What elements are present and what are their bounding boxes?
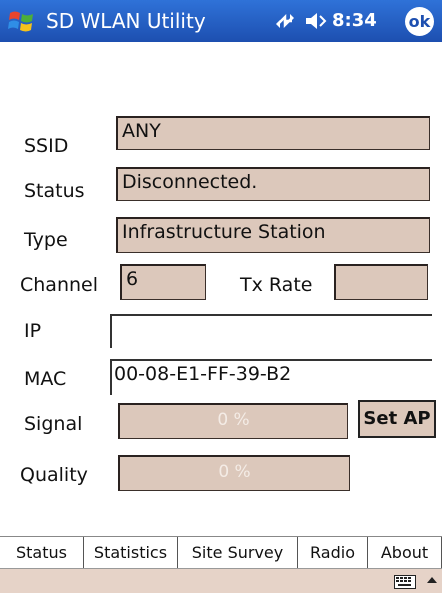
- clock[interactable]: 8:34: [332, 9, 377, 33]
- ip-field[interactable]: [110, 314, 432, 348]
- ssid-label: SSID: [24, 135, 69, 157]
- ip-label: IP: [24, 320, 42, 342]
- signal-percent: 0 %: [217, 410, 250, 430]
- type-label: Type: [24, 229, 68, 251]
- ssid-field: ANY: [116, 116, 430, 150]
- tab-site-survey[interactable]: Site Survey: [178, 537, 298, 568]
- tx-rate-field: [334, 264, 428, 300]
- quality-label: Quality: [20, 464, 88, 486]
- type-field: Infrastructure Station: [116, 217, 430, 253]
- title-bar: SD WLAN Utility 8:34 ok: [0, 0, 442, 42]
- signal-label: Signal: [24, 413, 83, 435]
- tab-radio[interactable]: Radio: [298, 537, 368, 568]
- mac-label: MAC: [24, 368, 67, 390]
- tx-rate-label: Tx Rate: [240, 274, 313, 296]
- channel-field: 6: [120, 264, 206, 300]
- status-label: Status: [24, 180, 85, 202]
- signal-meter: 0 %: [118, 403, 348, 439]
- keyboard-icon[interactable]: [394, 575, 416, 589]
- menu-bar: [0, 568, 442, 593]
- set-ap-button[interactable]: Set AP: [358, 400, 436, 438]
- tab-about[interactable]: About: [368, 537, 442, 568]
- tab-strip: Status Statistics Site Survey Radio Abou…: [0, 536, 442, 569]
- quality-meter: 0 %: [118, 455, 350, 491]
- speaker-icon[interactable]: [304, 11, 328, 31]
- ok-button[interactable]: ok: [405, 7, 434, 36]
- channel-label: Channel: [20, 274, 99, 296]
- mac-field[interactable]: 00-08-E1-FF-39-B2: [110, 359, 432, 395]
- status-field: Disconnected.: [116, 167, 430, 201]
- windows-start-icon[interactable]: [8, 7, 36, 35]
- sync-icon[interactable]: [274, 10, 296, 32]
- tab-statistics[interactable]: Statistics: [84, 537, 178, 568]
- tab-status[interactable]: Status: [0, 537, 84, 568]
- app-title: SD WLAN Utility: [46, 9, 206, 33]
- quality-percent: 0 %: [218, 462, 251, 482]
- up-arrow-icon[interactable]: [426, 574, 438, 588]
